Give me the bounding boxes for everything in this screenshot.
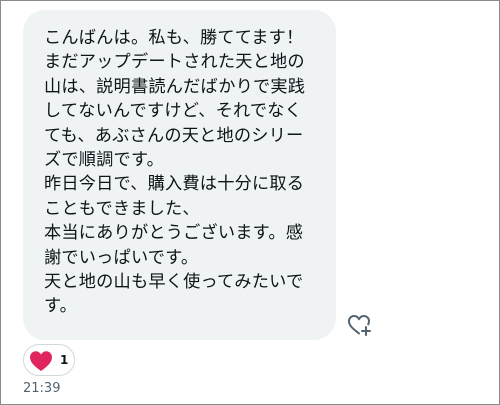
message-line: す。 bbox=[44, 296, 78, 317]
message-line: ても、あぶさんの天と地のシリー bbox=[44, 125, 304, 146]
message-timestamp: 21:39 bbox=[23, 381, 61, 396]
message-line: まだアップデートされた天と地の bbox=[44, 52, 305, 73]
message-line: ズで順調です。 bbox=[44, 150, 164, 171]
reaction-pill[interactable]: 1 bbox=[23, 344, 75, 376]
message-line: 謝でいっぱいです。 bbox=[44, 247, 199, 268]
heart-icon bbox=[30, 351, 52, 371]
add-reaction-button[interactable] bbox=[346, 312, 372, 338]
message-line: してないんですけど、それでなく bbox=[44, 101, 303, 122]
heart-plus-icon bbox=[348, 315, 371, 336]
message-line: 天と地の山も早く使ってみたいで bbox=[44, 272, 304, 293]
dm-conversation-panel: こんばんは。私も、勝ててます！ まだアップデートされた天と地の 山は、説明書読ん… bbox=[0, 0, 500, 405]
message-line: 本当にありがとうございます。感 bbox=[44, 223, 304, 244]
message-line: こともできました、 bbox=[44, 198, 200, 219]
message-line: こんばんは。私も、勝ててます！ bbox=[44, 28, 304, 48]
message-line: 山は、説明書読んだばかりで実践 bbox=[44, 76, 306, 97]
reaction-count: 1 bbox=[60, 353, 69, 367]
message-line: 昨日今日で、購入費は十分に取る bbox=[44, 174, 305, 195]
message-bubble: こんばんは。私も、勝ててます！ まだアップデートされた天と地の 山は、説明書読ん… bbox=[23, 10, 336, 340]
